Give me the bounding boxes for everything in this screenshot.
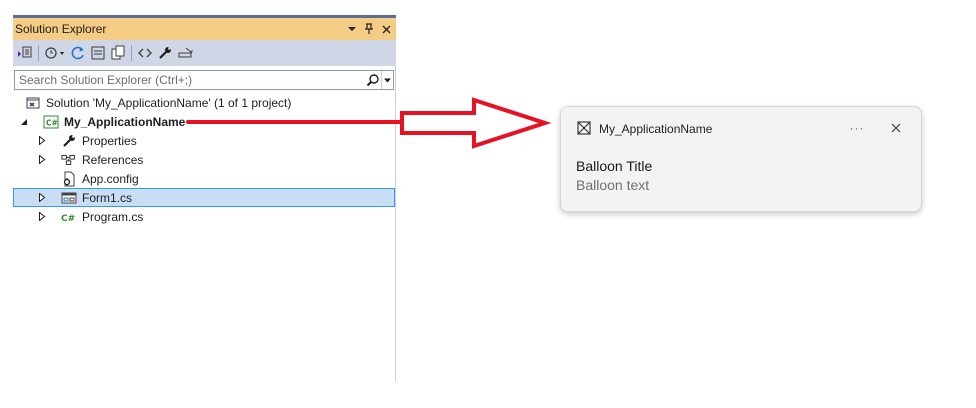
app-placeholder-icon xyxy=(577,121,591,135)
toast-app-name: My_ApplicationName xyxy=(599,122,713,136)
toast-header: My_ApplicationName ··· xyxy=(561,119,921,139)
toast-notification[interactable]: My_ApplicationName ··· Balloon Title Bal… xyxy=(560,106,922,212)
toast-title: Balloon Title xyxy=(576,158,653,174)
close-icon[interactable] xyxy=(887,119,905,137)
toast-body-text: Balloon text xyxy=(576,177,650,193)
more-options-icon[interactable]: ··· xyxy=(847,119,867,137)
